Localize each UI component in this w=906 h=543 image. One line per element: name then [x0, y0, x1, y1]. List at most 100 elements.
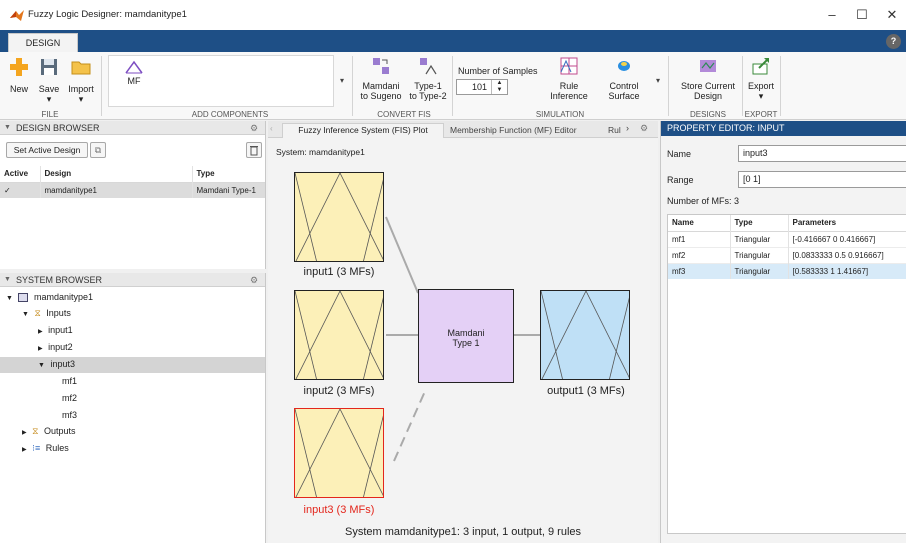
- mf-button[interactable]: MF: [121, 60, 147, 86]
- collapse-arrow-icon[interactable]: ▼: [4, 273, 11, 287]
- type1-label-2: to Type-2: [409, 91, 447, 101]
- file-group-label: FILE: [41, 110, 59, 119]
- system-browser-gear-icon[interactable]: ⚙: [250, 273, 258, 287]
- tree-rules[interactable]: ▶ ⁝≡ Rules: [22, 443, 69, 454]
- export-button[interactable]: Export ▾: [746, 56, 776, 101]
- delete-design-icon[interactable]: [246, 142, 262, 158]
- mf-type-cell[interactable]: Triangular: [729, 263, 788, 279]
- type1-to-type2-button[interactable]: Type-1 to Type-2: [406, 56, 450, 101]
- app-window: Fuzzy Logic Designer: mamdanitype1 – ☐ ✕…: [0, 0, 906, 543]
- new-button[interactable]: New: [6, 56, 32, 94]
- table-row[interactable]: mf3 Triangular [0.583333 1 1.41667]: [668, 263, 906, 279]
- table-row[interactable]: ✓ mamdanitype1 Mamdani Type-1: [0, 182, 265, 198]
- tree-input3[interactable]: ▼ input3: [38, 359, 75, 369]
- import-dropdown-icon[interactable]: ▾: [66, 94, 96, 104]
- tree-mf2[interactable]: mf2: [62, 393, 77, 403]
- mamdani-label-1: Mamdani: [447, 328, 485, 338]
- mf-type-cell[interactable]: Triangular: [729, 247, 788, 263]
- mf-params-cell[interactable]: [0.0833333 0.5 0.916667]: [787, 247, 906, 263]
- control-surface-icon: [618, 61, 630, 71]
- range-field[interactable]: [0 1]: [738, 171, 906, 188]
- simulation-group-label: SIMULATION: [535, 110, 585, 119]
- mamdani-to-sugeno-button[interactable]: Mamdani to Sugeno: [358, 56, 404, 101]
- expand-arrow-icon[interactable]: ▼: [38, 362, 45, 369]
- collapsed-arrow-icon[interactable]: ▶: [22, 430, 27, 436]
- mf-type-cell[interactable]: Triangular: [729, 231, 788, 247]
- close-button[interactable]: ✕: [882, 5, 902, 25]
- new-label: New: [9, 84, 28, 94]
- collapsed-arrow-icon[interactable]: ▶: [22, 447, 27, 453]
- rule-label-2: Inference: [550, 91, 588, 101]
- tree-outputs[interactable]: ▶ ⧖ Outputs: [22, 426, 76, 437]
- window-title: Fuzzy Logic Designer: mamdanitype1: [28, 9, 187, 20]
- rule-inference-icon: [560, 57, 578, 75]
- name-field[interactable]: input3: [738, 145, 906, 162]
- ribbon-separator: [352, 56, 353, 116]
- ribbon-separator: [780, 56, 781, 116]
- input3-mf-icon: [295, 409, 383, 497]
- ribbon-separator: [668, 56, 669, 116]
- design-type-cell: Mamdani Type-1: [191, 182, 265, 198]
- store-label-2: Design: [693, 91, 722, 101]
- mf-table-container: Name Type Parameters mf1 Triangular [-0.…: [667, 214, 906, 534]
- save-button[interactable]: Save ▾: [36, 56, 62, 104]
- fis-plot-panel: ‹ Fuzzy Inference System (FIS) Plot Memb…: [268, 121, 658, 543]
- tree-input2[interactable]: ▶ input2: [38, 342, 73, 352]
- mf-params-cell[interactable]: [0.583333 1 1.41667]: [787, 263, 906, 279]
- rule-inference-button[interactable]: Rule Inference: [546, 56, 592, 101]
- tree-input1[interactable]: ▶ input1: [38, 325, 73, 335]
- rules-icon: ⁝≡: [32, 443, 41, 453]
- input2-plot[interactable]: [294, 290, 384, 380]
- table-row[interactable]: mf2 Triangular [0.0833333 0.5 0.916667]: [668, 247, 906, 263]
- fis-system-icon: [18, 293, 29, 303]
- export-label: Export: [747, 81, 774, 91]
- import-button[interactable]: Import ▾: [66, 56, 96, 104]
- maximize-button[interactable]: ☐: [852, 5, 872, 25]
- system-browser-panel: ▼ SYSTEM BROWSER ⚙ ▼ mamdanitype1 ▼ ⧖ In…: [0, 273, 266, 543]
- spinner-arrows-icon[interactable]: ▲ ▼: [491, 80, 507, 94]
- tree-mf1[interactable]: mf1: [62, 376, 77, 386]
- input2-label: input2 (3 MFs): [303, 385, 375, 397]
- store-current-design-button[interactable]: Store Current Design: [676, 56, 740, 101]
- input1-plot[interactable]: [294, 172, 384, 262]
- collapse-arrow-icon[interactable]: ▼: [4, 121, 11, 135]
- design-table: Active Design Type ✓ mamdanitype1 Mamdan…: [0, 166, 265, 198]
- tree-inputs[interactable]: ▼ ⧖ Inputs: [22, 308, 71, 319]
- save-dropdown-icon[interactable]: ▾: [36, 94, 62, 104]
- design-browser-gear-icon[interactable]: ⚙: [250, 121, 258, 135]
- samples-label: Number of Samples: [458, 66, 538, 76]
- input1-label: input1 (3 MFs): [303, 266, 375, 278]
- minimize-button[interactable]: –: [822, 5, 842, 25]
- rule-label-1: Rule: [559, 81, 579, 91]
- tree-mf3[interactable]: mf3: [62, 410, 77, 420]
- expand-arrow-icon[interactable]: ▼: [22, 311, 29, 318]
- input3-plot[interactable]: [294, 408, 384, 498]
- set-active-design-button[interactable]: Set Active Design: [6, 142, 88, 158]
- ribbon-tab-strip: DESIGN ?: [0, 30, 906, 52]
- active-check-icon[interactable]: ✓: [0, 182, 40, 198]
- tree-root[interactable]: ▼ mamdanitype1: [6, 292, 93, 303]
- gallery-expand-icon[interactable]: ▾: [336, 55, 348, 107]
- output1-plot[interactable]: [540, 290, 630, 380]
- tree-input3-label: input3: [50, 359, 75, 369]
- simulation-expand-icon[interactable]: ▾: [652, 55, 664, 107]
- mf-name-cell: mf1: [672, 234, 686, 244]
- title-bar: Fuzzy Logic Designer: mamdanitype1 – ☐ ✕: [0, 0, 906, 30]
- control-surface-button[interactable]: Control Surface: [600, 56, 648, 101]
- help-button[interactable]: ?: [886, 34, 901, 49]
- tree-input1-label: input1: [48, 325, 73, 335]
- collapsed-arrow-icon[interactable]: ▶: [38, 346, 43, 352]
- duplicate-design-icon[interactable]: ⧉: [90, 142, 106, 158]
- expand-arrow-icon[interactable]: ▼: [6, 295, 13, 302]
- collapsed-arrow-icon[interactable]: ▶: [38, 329, 43, 335]
- system-summary: System mamdanitype1: 3 input, 1 output, …: [344, 526, 582, 538]
- tree-rules-label: Rules: [45, 443, 69, 453]
- mf-triangle-icon: [125, 60, 143, 74]
- export-dropdown-icon[interactable]: ▾: [746, 91, 776, 101]
- table-row[interactable]: mf1 Triangular [-0.416667 0 0.416667]: [668, 231, 906, 247]
- ribbon-separator: [742, 56, 743, 116]
- samples-spinner[interactable]: 101 ▲ ▼: [456, 79, 508, 95]
- mamdani-system-block[interactable]: Mamdani Type 1: [418, 289, 514, 383]
- tab-design[interactable]: DESIGN: [8, 33, 78, 52]
- mf-params-cell[interactable]: [-0.416667 0 0.416667]: [787, 231, 906, 247]
